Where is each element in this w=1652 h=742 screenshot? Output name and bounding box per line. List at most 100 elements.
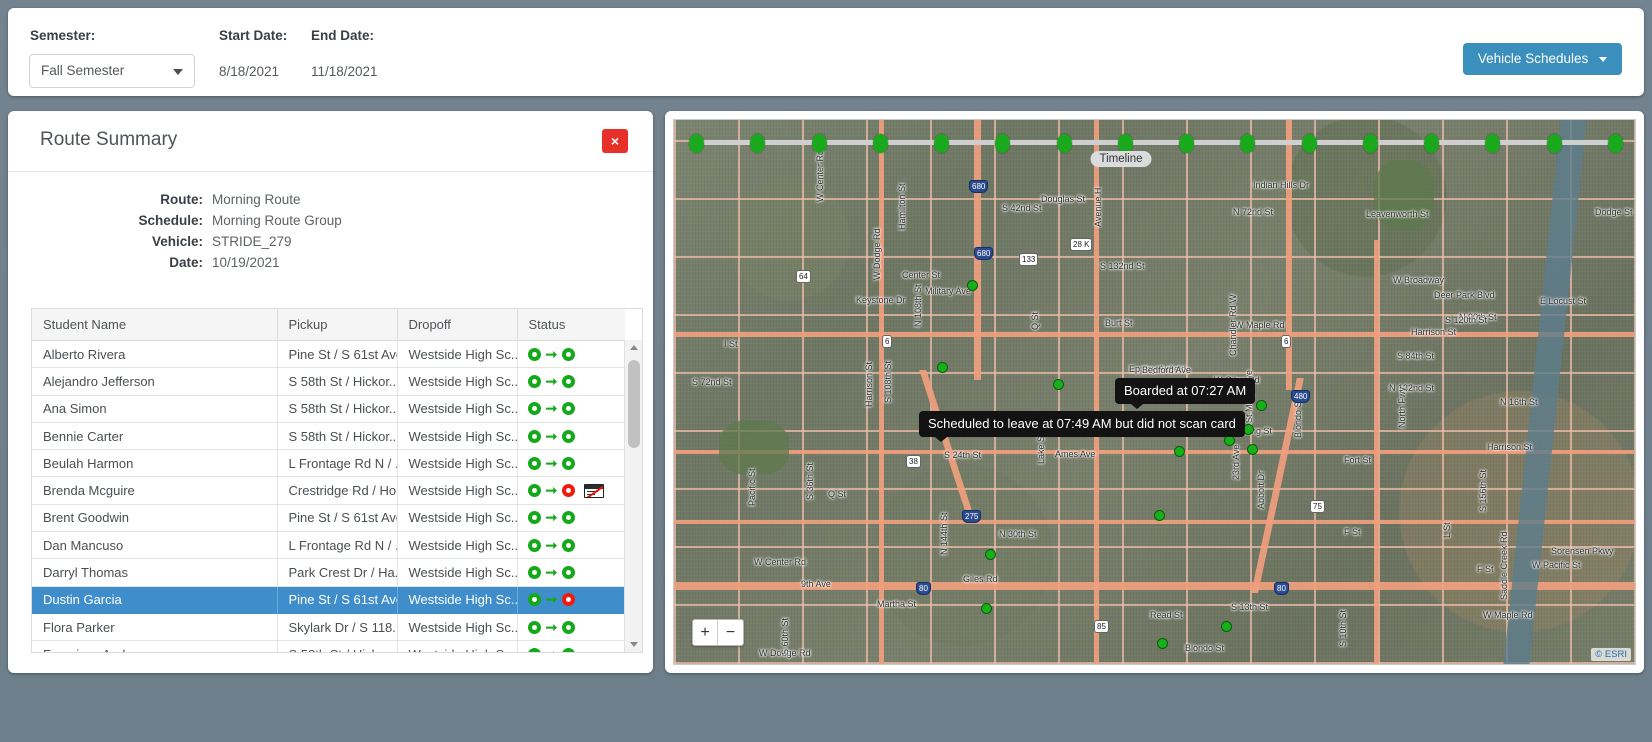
timeline[interactable] (684, 128, 1625, 164)
table-row[interactable]: Dan MancusoL Frontage Rd N / ...Westside… (32, 532, 625, 559)
map-street-label: Fort St (1344, 455, 1371, 465)
table-row[interactable]: Francisco AndrewsS 58th St / Hickor...We… (32, 641, 625, 653)
timeline-stop-marker[interactable] (1608, 134, 1623, 153)
cell-pickup: Park Crest Dr / Ha... (277, 559, 397, 586)
tooltip-boarded: Boarded at 07:27 AM (1115, 378, 1255, 404)
table-row[interactable]: Ana SimonS 58th St / Hickor...Westside H… (32, 395, 625, 422)
timeline-stop-marker[interactable] (1057, 134, 1072, 153)
map-street-label: S 132nd St (1100, 261, 1145, 271)
map-stop-pin[interactable] (1157, 638, 1168, 649)
map-street-label: Blondo St (1293, 399, 1303, 438)
map-street-label: 9th Ave (801, 579, 831, 589)
tooltip-not-scanned: Scheduled to leave at 07:49 AM but did n… (919, 411, 1245, 437)
vehicle-schedules-button[interactable]: Vehicle Schedules (1463, 43, 1622, 75)
cell-dropoff: Westside High Sc... (397, 341, 517, 368)
timeline-stop-marker[interactable] (689, 134, 704, 153)
zoom-in-button[interactable]: + (693, 620, 718, 645)
arrow-right-icon: ➞ (546, 646, 558, 653)
timeline-stop-marker[interactable] (1179, 134, 1194, 153)
timeline-stop-marker[interactable] (750, 134, 765, 153)
map-street-label: S 36th St (805, 463, 815, 500)
timeline-stop-marker[interactable] (812, 134, 827, 153)
table-row[interactable]: Beulah HarmonL Frontage Rd N / ...Westsi… (32, 450, 625, 477)
map-canvas[interactable]: Timeline Boarded at 07:27 AM Scheduled t… (673, 119, 1636, 665)
start-date-label: Start Date: (219, 28, 287, 43)
table-row[interactable]: Brent GoodwinPine St / S 61st AveWestsid… (32, 504, 625, 531)
timeline-stop-marker[interactable] (1424, 134, 1439, 153)
map-stop-pin[interactable] (1154, 510, 1165, 521)
map-street-label: Chandler Rd W (1228, 294, 1238, 356)
map-street-label: E Locust St (1540, 296, 1586, 306)
cell-student-name: Darryl Thomas (32, 559, 277, 586)
map-street-label: S 156th St (1478, 470, 1488, 512)
table-row[interactable]: Alberto RiveraPine St / S 61st AveWestsi… (32, 341, 625, 368)
timeline-stop-marker[interactable] (873, 134, 888, 153)
column-header-student-name[interactable]: Student Name (32, 309, 277, 341)
map-stop-pin[interactable] (1256, 400, 1267, 411)
cell-student-name: Brent Goodwin (32, 504, 277, 531)
semester-select[interactable]: Fall Semester (29, 54, 195, 88)
status-dot-pickup (528, 457, 541, 470)
map-stop-pin[interactable] (985, 549, 996, 560)
chevron-down-icon (173, 69, 183, 75)
student-table-container: Student Name Pickup Dropoff Status Alber… (31, 308, 643, 653)
map-stop-pin[interactable] (967, 280, 978, 291)
table-row[interactable]: Alejandro JeffersonS 58th St / Hickor...… (32, 368, 625, 395)
map-street-label: North Fwy (1397, 387, 1407, 428)
cell-pickup: Pine St / S 61st Ave (277, 586, 397, 613)
table-scrollbar[interactable] (624, 340, 642, 652)
map-stop-pin[interactable] (1247, 444, 1258, 455)
map-zoom-controls[interactable]: + − (692, 619, 744, 646)
timeline-stop-marker[interactable] (934, 134, 949, 153)
map-street-label: Lake St (1036, 433, 1046, 464)
table-row[interactable]: Dustin GarciaPine St / S 61st AveWestsid… (32, 586, 625, 613)
map-stop-pin[interactable] (937, 362, 948, 373)
zoom-out-button[interactable]: − (718, 620, 743, 645)
map-street-label: W Maple Rd (1483, 610, 1533, 620)
map-stop-pin[interactable] (1174, 446, 1185, 457)
map-stop-pin[interactable] (1221, 621, 1232, 632)
column-header-pickup[interactable]: Pickup (277, 309, 397, 341)
map-street-label: Harrison St (864, 362, 874, 407)
table-row[interactable]: Darryl ThomasPark Crest Dr / Ha...Westsi… (32, 559, 625, 586)
map-route-shield: 28 K (1070, 238, 1092, 251)
map-route-shield: 38 (906, 455, 921, 468)
cell-dropoff: Westside High Sc... (397, 395, 517, 422)
cell-status: ➞ (517, 395, 625, 422)
map-street-label: Deer Park Blvd (1434, 290, 1495, 300)
timeline-stop-marker[interactable] (1485, 134, 1500, 153)
timeline-stop-marker[interactable] (1302, 134, 1317, 153)
map-street-label: N 108th St (913, 284, 923, 327)
summary-key: Date: (8, 253, 212, 272)
table-row[interactable]: Flora ParkerSkylark Dr / S 118...Westsid… (32, 613, 625, 640)
scroll-down-icon[interactable] (625, 636, 643, 652)
timeline-stop-marker[interactable] (1240, 134, 1255, 153)
map-street-label: Keystone Dr (856, 295, 906, 305)
column-header-dropoff[interactable]: Dropoff (397, 309, 517, 341)
timeline-track[interactable] (696, 140, 1613, 145)
status-dot-dropoff (562, 457, 575, 470)
timeline-stop-marker[interactable] (1547, 134, 1562, 153)
timeline-stop-marker[interactable] (995, 134, 1010, 153)
table-row[interactable]: Bennie CarterS 58th St / Hickor...Westsi… (32, 422, 625, 449)
map-street-label: Saddle Creek Rd (1499, 531, 1509, 600)
column-header-status[interactable]: Status (517, 309, 625, 341)
table-row[interactable]: Brenda McguireCrestridge Rd / Ho...Wests… (32, 477, 625, 504)
end-date-label: End Date: (311, 28, 374, 43)
timeline-stop-marker[interactable] (1363, 134, 1378, 153)
status-dot-pickup (528, 348, 541, 361)
cell-status: ➞ (517, 504, 625, 531)
map-stop-pin[interactable] (981, 603, 992, 614)
map-attribution: © ESRI (1591, 648, 1631, 661)
map-street-label: N 72nd St (1233, 207, 1273, 217)
scroll-up-icon[interactable] (625, 340, 643, 356)
map-stop-pin[interactable] (1053, 379, 1064, 390)
scrollbar-thumb[interactable] (628, 360, 640, 448)
close-button[interactable]: × (602, 129, 628, 153)
timeline-label: Timeline (1090, 151, 1151, 167)
status-dot-dropoff (562, 348, 575, 361)
map-street-label: N 144th St (939, 512, 949, 555)
cell-pickup: S 58th St / Hickor... (277, 641, 397, 653)
table-header-row: Student Name Pickup Dropoff Status (32, 309, 625, 341)
map-street-label: Center St (902, 270, 940, 280)
